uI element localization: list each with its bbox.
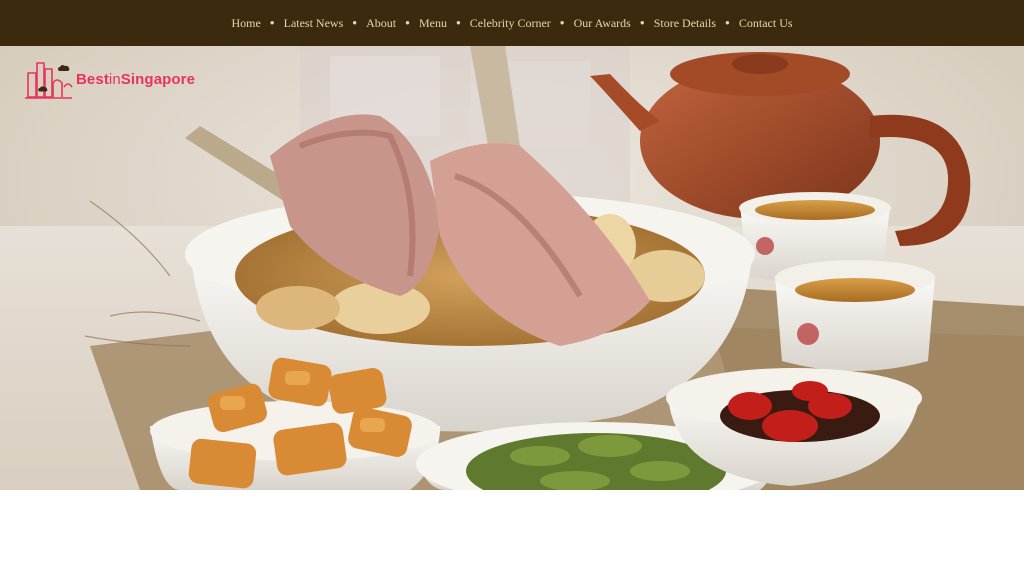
nav-link-menu[interactable]: Menu xyxy=(419,16,447,31)
nav-link-celebrity-corner[interactable]: Celebrity Corner xyxy=(470,16,551,31)
nav-link-about[interactable]: About xyxy=(366,16,396,31)
nav-link-our-awards[interactable]: Our Awards xyxy=(574,16,631,31)
city-skyline-logo-icon xyxy=(25,62,73,99)
nav-separator: ● xyxy=(269,18,275,27)
top-navbar: Home ● Latest News ● About ● Menu ● Cele… xyxy=(0,0,1024,46)
nav-link-latest-news[interactable]: Latest News xyxy=(284,16,344,31)
nav-separator: ● xyxy=(639,18,645,27)
nav-item-home: Home ● xyxy=(231,16,283,31)
bak-kut-teh-food-photo xyxy=(0,46,1024,490)
nav-link-home[interactable]: Home xyxy=(231,16,260,31)
nav-item-menu: Menu ● xyxy=(419,16,470,31)
nav-menu: Home ● Latest News ● About ● Menu ● Cele… xyxy=(231,16,792,31)
page-content-area xyxy=(0,490,1024,576)
nav-link-store-details[interactable]: Store Details xyxy=(654,16,716,31)
site-logo[interactable]: BestinSingapore xyxy=(24,56,214,102)
nav-link-contact-us[interactable]: Contact Us xyxy=(739,16,793,31)
hero-banner-image xyxy=(0,46,1024,490)
nav-item-about: About ● xyxy=(366,16,419,31)
logo-text-singapore: Singapore xyxy=(120,70,196,88)
nav-separator: ● xyxy=(725,18,730,27)
nav-item-contact-us: Contact Us xyxy=(739,16,793,31)
nav-item-store-details: Store Details ● xyxy=(654,16,739,31)
nav-separator: ● xyxy=(559,18,565,27)
nav-item-latest-news: Latest News ● xyxy=(284,16,367,31)
logo-text-in: in xyxy=(108,70,121,88)
logo-wordmark: BestinSingapore xyxy=(76,71,195,88)
nav-separator: ● xyxy=(455,18,461,27)
nav-separator: ● xyxy=(352,18,358,27)
nav-item-our-awards: Our Awards ● xyxy=(574,16,654,31)
nav-separator: ● xyxy=(405,18,410,27)
nav-item-celebrity-corner: Celebrity Corner ● xyxy=(470,16,574,31)
logo-text-best: Best xyxy=(76,70,109,88)
